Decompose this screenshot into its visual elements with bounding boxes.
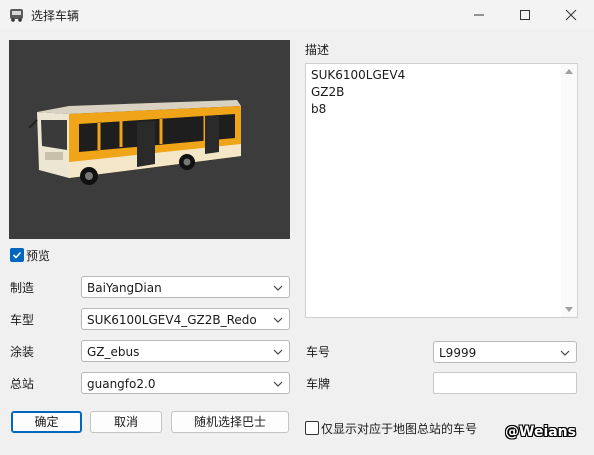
only-map-depot-label: 仅显示对应于地图总站的车号: [321, 422, 478, 436]
chevron-down-icon: [273, 381, 283, 387]
description-line: SUK6100LGEV4: [311, 68, 406, 82]
scroll-up-arrow-icon[interactable]: [565, 69, 573, 74]
chevron-down-icon: [273, 317, 283, 323]
plate-label: 车牌: [306, 377, 331, 391]
preview-checkbox-label: 预览: [26, 249, 51, 263]
cancel-button[interactable]: 取消: [90, 411, 162, 433]
manufacturer-select[interactable]: BaiYangDian: [81, 276, 290, 298]
checkmark-icon: [12, 251, 22, 259]
close-icon: [565, 9, 577, 21]
random-bus-button[interactable]: 随机选择巴士: [171, 411, 289, 433]
vehicle-number-select[interactable]: L9999: [433, 341, 577, 363]
close-button[interactable]: [548, 0, 594, 30]
depot-select[interactable]: guangfo2.0: [81, 372, 290, 394]
description-label: 描述: [305, 43, 330, 57]
livery-value: GZ_ebus: [87, 345, 140, 359]
maximize-icon: [520, 10, 530, 20]
depot-label: 总站: [10, 377, 35, 391]
plate-input[interactable]: [433, 372, 577, 394]
maximize-button[interactable]: [502, 0, 548, 30]
manufacturer-value: BaiYangDian: [87, 281, 162, 295]
minimize-button[interactable]: [456, 0, 502, 30]
model-value: SUK6100LGEV4_GZ2B_Redo: [87, 313, 257, 327]
description-scrollbar[interactable]: [561, 64, 577, 317]
chevron-down-icon: [560, 350, 570, 356]
model-label: 车型: [10, 313, 35, 327]
livery-select[interactable]: GZ_ebus: [81, 340, 290, 362]
description-line: b8: [311, 102, 327, 116]
watermark: @Weians: [505, 424, 576, 440]
model-select[interactable]: SUK6100LGEV4_GZ2B_Redo: [81, 308, 290, 330]
description-textarea[interactable]: SUK6100LGEV4 GZ2B b8: [305, 63, 578, 318]
depot-value: guangfo2.0: [87, 377, 156, 391]
bus-model-image: [28, 100, 241, 185]
manufacturer-label: 制造: [10, 281, 35, 295]
livery-label: 涂装: [10, 345, 35, 359]
window-title: 选择车辆: [31, 9, 80, 23]
only-map-depot-checkbox[interactable]: [305, 421, 319, 435]
title-bar: 选择车辆: [0, 0, 594, 30]
chevron-down-icon: [273, 285, 283, 291]
description-line: GZ2B: [311, 85, 345, 99]
ok-button[interactable]: 确定: [11, 411, 82, 433]
bus-app-icon: [9, 7, 25, 23]
vehicle-number-value: L9999: [439, 346, 477, 360]
minimize-icon: [474, 14, 484, 16]
chevron-down-icon: [273, 349, 283, 355]
bus-preview-viewport[interactable]: [9, 40, 290, 239]
scroll-down-arrow-icon[interactable]: [565, 307, 573, 312]
vehicle-number-label: 车号: [306, 345, 331, 359]
preview-checkbox[interactable]: [10, 248, 24, 262]
